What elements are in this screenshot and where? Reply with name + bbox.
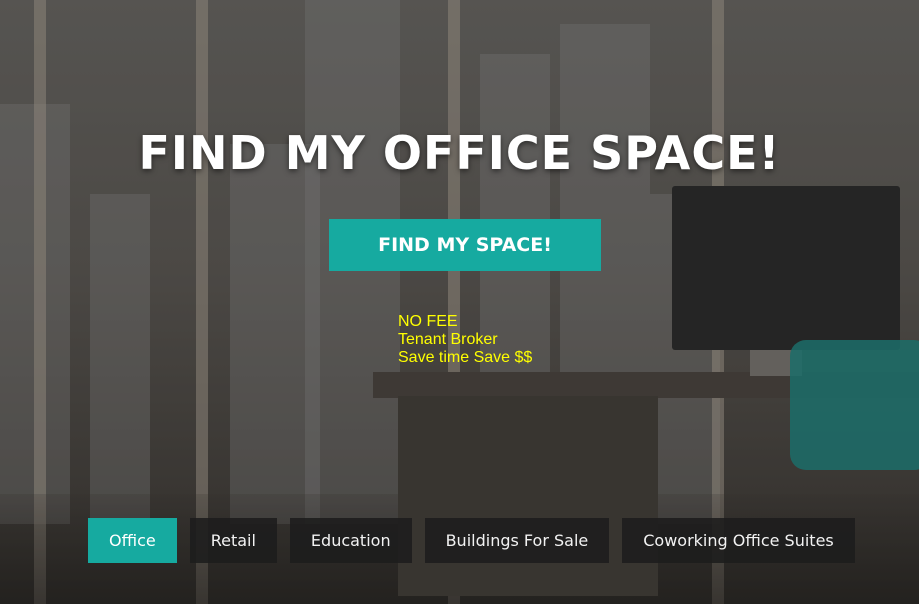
- find-my-space-button[interactable]: FIND MY SPACE!: [329, 219, 601, 271]
- promo-text: NO FEE Tenant Broker Save time Save $$: [398, 313, 532, 367]
- promo-line-no-fee: NO FEE: [398, 313, 458, 330]
- tab-retail[interactable]: Retail: [189, 518, 277, 563]
- promo-line-tenant-broker: Tenant Broker: [398, 331, 498, 348]
- hero-section: FIND MY OFFICE SPACE! FIND MY SPACE! NO …: [0, 0, 919, 604]
- promo-line-save-time: Save time Save $$: [398, 349, 533, 366]
- office-background-image: [0, 0, 919, 604]
- category-tabs: Office Retail Education Buildings For Sa…: [88, 518, 855, 563]
- tab-education[interactable]: Education: [289, 518, 412, 563]
- tab-office[interactable]: Office: [88, 518, 177, 563]
- page-title: FIND MY OFFICE SPACE!: [138, 126, 781, 180]
- tab-buildings-for-sale[interactable]: Buildings For Sale: [424, 518, 610, 563]
- tab-coworking-office-suites[interactable]: Coworking Office Suites: [622, 518, 855, 563]
